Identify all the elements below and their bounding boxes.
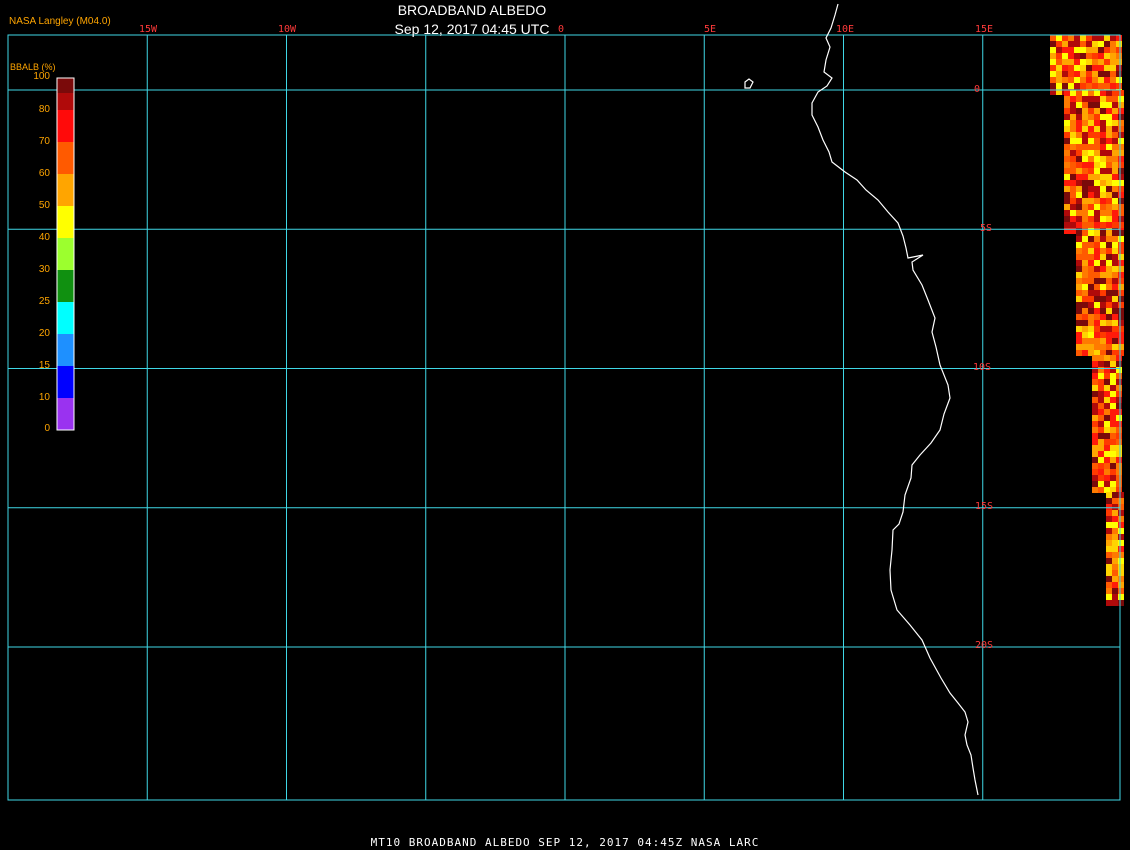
albedo-color-legend xyxy=(56,77,75,431)
lat-label-5s: 5S xyxy=(980,223,993,234)
lat-label-15s: 15S xyxy=(975,501,994,512)
lon-label-0: 0 xyxy=(558,24,565,35)
legend-label-80: 80 xyxy=(38,104,50,115)
legend-swatch xyxy=(57,302,74,334)
legend-swatch xyxy=(57,238,74,270)
legend-label-10: 10 xyxy=(38,392,50,403)
africa-coastline xyxy=(811,3,979,796)
lat-label-10s: 10S xyxy=(973,362,992,373)
legend-swatch xyxy=(57,366,74,398)
albedo-swath xyxy=(1050,35,1124,606)
albedo-map xyxy=(7,3,1124,801)
legend-label-30: 30 xyxy=(38,264,50,275)
legend-swatch xyxy=(57,110,74,142)
legend-swatch xyxy=(57,78,74,93)
lon-label-10w: 10W xyxy=(278,24,297,35)
credit-label: NASA Langley (M04.0) xyxy=(9,16,111,27)
legend-label-100: 100 xyxy=(33,71,50,82)
footer-caption: MT10 BROADBAND ALBEDO SEP 12, 2017 04:45… xyxy=(370,836,760,849)
lat-lon-grid xyxy=(7,34,1121,801)
legend-swatch xyxy=(57,206,74,238)
legend-label-70: 70 xyxy=(38,136,50,147)
legend-label-0: 0 xyxy=(44,423,50,434)
lat-label-20s: 20S xyxy=(975,640,994,651)
legend-label-25: 25 xyxy=(38,296,50,307)
legend-swatch xyxy=(57,93,74,110)
lon-label-15e: 15E xyxy=(975,24,994,35)
legend-label-20: 20 xyxy=(38,328,50,339)
lon-label-10e: 10E xyxy=(836,24,855,35)
legend-label-60: 60 xyxy=(38,168,50,179)
legend-swatch xyxy=(57,142,74,174)
legend-swatch xyxy=(57,174,74,206)
legend-swatch xyxy=(57,334,74,366)
lon-label-5e: 5E xyxy=(704,24,717,35)
legend-label-50: 50 xyxy=(38,200,50,211)
map-frame xyxy=(7,34,1121,801)
legend-swatch xyxy=(57,270,74,302)
legend-label-40: 40 xyxy=(38,232,50,243)
lon-label-15w: 15W xyxy=(139,24,158,35)
bioko-island xyxy=(744,78,754,89)
legend-swatch xyxy=(57,398,74,430)
legend-label-15: 15 xyxy=(38,360,50,371)
lat-label-0: 0 xyxy=(974,84,981,95)
map-title: BROADBAND ALBEDO xyxy=(397,2,547,18)
